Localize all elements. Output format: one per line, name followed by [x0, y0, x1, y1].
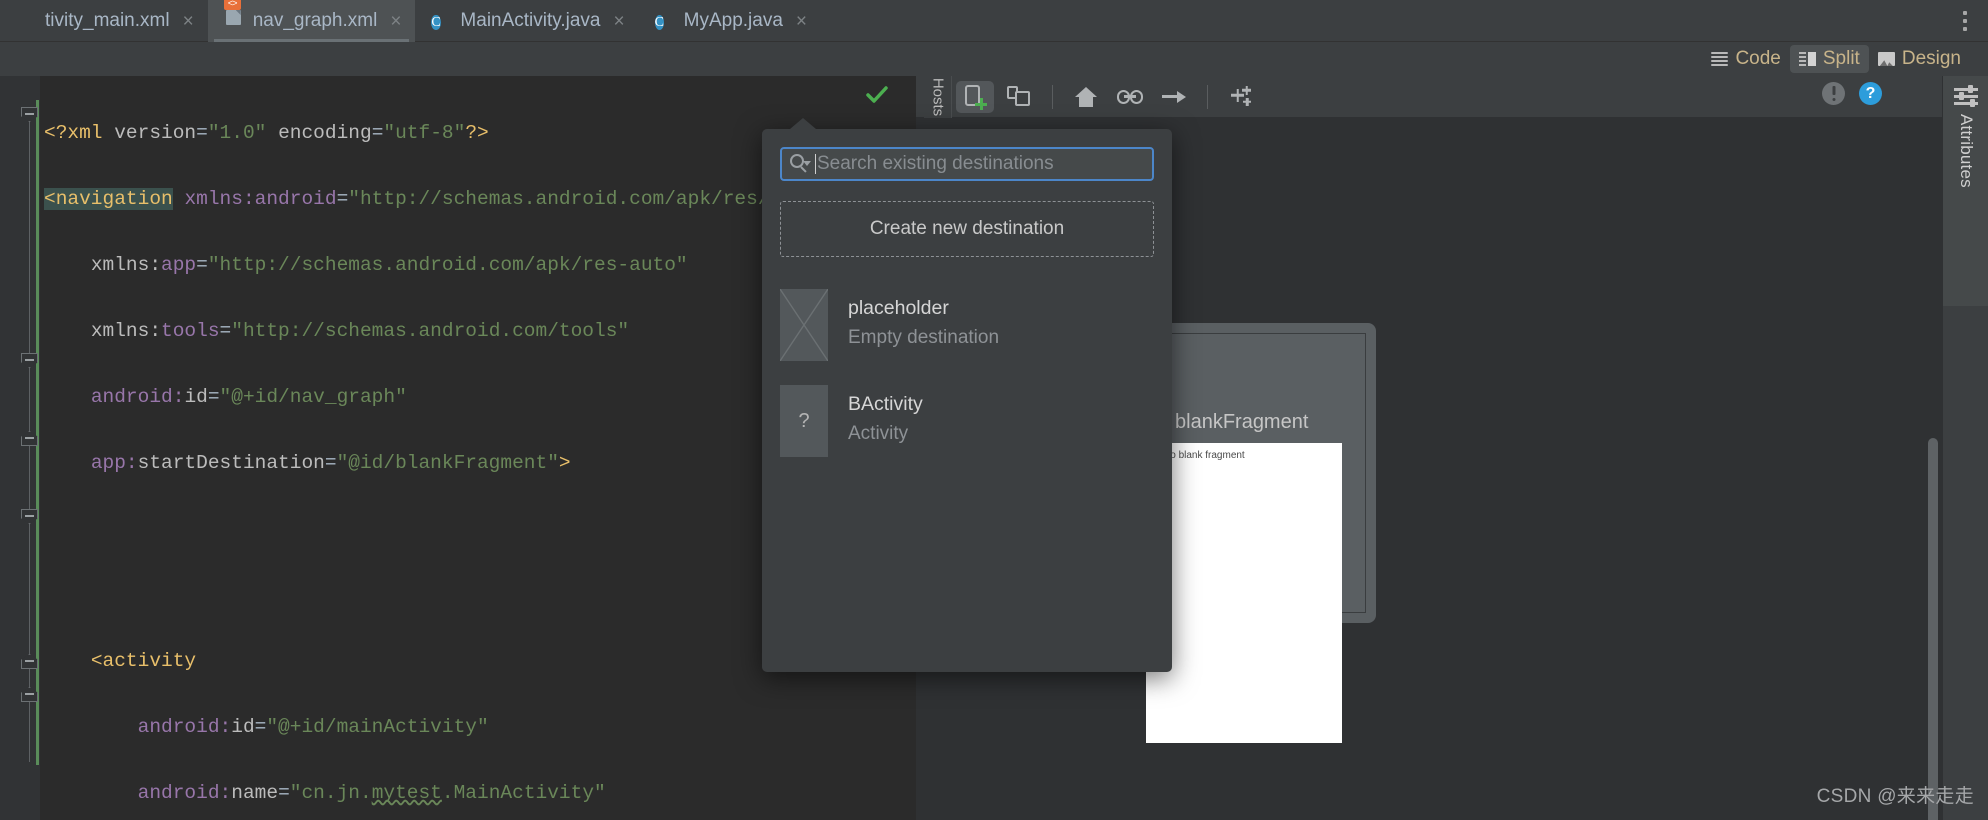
arrow-icon: [1162, 90, 1186, 104]
create-new-destination-button[interactable]: Create new destination: [780, 201, 1154, 257]
close-icon[interactable]: ×: [796, 12, 807, 31]
sliders-icon: [1954, 85, 1978, 107]
design-toolbar: Hosts ?: [916, 75, 1942, 118]
tab-activity-main-xml[interactable]: tivity_main.xml ×: [0, 0, 208, 42]
view-mode-split-label: Split: [1822, 48, 1860, 69]
split-view-icon: [1798, 52, 1816, 66]
link-icon: [1117, 89, 1143, 104]
xml-resource-icon: [16, 10, 36, 32]
java-class-icon: C: [431, 15, 441, 30]
view-mode-design-label: Design: [1901, 48, 1961, 69]
code-line: android:name="cn.jn.mytest.MainActivity": [137, 782, 606, 804]
list-item-subtitle: Activity: [848, 423, 909, 444]
android-studio-window: tivity_main.xml × <> nav_graph.xml × C M…: [0, 0, 1988, 820]
close-icon[interactable]: ×: [614, 12, 625, 31]
add-action-button[interactable]: [1155, 81, 1193, 113]
close-icon[interactable]: ×: [390, 12, 401, 31]
code-view-icon: [1711, 52, 1729, 66]
close-icon[interactable]: ×: [183, 12, 194, 31]
hosts-tab-label: Hosts: [929, 77, 946, 116]
create-new-destination-label: Create new destination: [869, 218, 1065, 239]
destination-label: blankFragment: [1175, 411, 1309, 433]
fold-toggle-activity-open[interactable]: [21, 353, 38, 368]
attributes-tool-rail: Attributes: [1942, 76, 1988, 820]
java-class-icon: C: [654, 15, 664, 30]
view-mode-split[interactable]: Split: [1789, 45, 1869, 73]
destination-blankFragment[interactable]: blankFragment Hello blank fragment: [1146, 411, 1406, 743]
list-item-bactivity[interactable]: ? BActivity Activity: [780, 373, 1154, 469]
nested-graph-icon: [1007, 86, 1031, 107]
new-destination-button[interactable]: [956, 80, 994, 113]
search-destinations-field[interactable]: Search existing destinations: [780, 147, 1154, 181]
list-item-title: BActivity: [848, 393, 923, 415]
inspection-ok-icon[interactable]: [864, 82, 890, 108]
design-view-icon: [1877, 52, 1895, 66]
issues-icon[interactable]: [1822, 82, 1845, 105]
code-line: android:id="@+id/mainActivity": [137, 716, 489, 738]
attributes-tab-label: Attributes: [1957, 114, 1976, 188]
tab-label: tivity_main.xml: [45, 10, 170, 31]
search-icon: [790, 154, 811, 174]
list-item-placeholder[interactable]: placeholder Empty destination: [780, 277, 1154, 373]
empty-crossbox-icon: [780, 289, 828, 361]
destinations-popup[interactable]: Search existing destinations Create new …: [762, 118, 1172, 672]
hosts-tab[interactable]: Hosts: [924, 75, 952, 118]
list-item-meta: placeholder Empty destination: [848, 289, 999, 353]
tab-nav-graph-xml[interactable]: <> nav_graph.xml ×: [207, 0, 416, 42]
destination-preview[interactable]: Hello blank fragment: [1146, 443, 1342, 743]
auto-arrange-button[interactable]: [1222, 81, 1260, 113]
destination-label-row: blankFragment: [1146, 411, 1406, 434]
popup-caret: [790, 118, 816, 129]
code-folding-column: [18, 76, 40, 820]
existing-destinations-list: placeholder Empty destination ? BActivit…: [780, 277, 1154, 469]
fold-toggle-fragment-open[interactable]: [21, 509, 38, 524]
view-mode-code[interactable]: Code: [1702, 45, 1789, 73]
editor-tab-bar: tivity_main.xml × <> nav_graph.xml × C M…: [0, 0, 1988, 42]
list-item-subtitle: Empty destination: [848, 327, 1000, 348]
new-nested-graph-button[interactable]: [1000, 81, 1038, 113]
fold-toggle-navigation-close[interactable]: [21, 687, 38, 702]
view-mode-bar: Code Split Design: [0, 42, 1988, 76]
toolbar-separator: [1052, 84, 1053, 109]
fold-toggle-activity-close[interactable]: [21, 431, 38, 446]
list-item-meta: BActivity Activity: [848, 385, 923, 449]
tab-label: MainActivity.java: [460, 10, 601, 31]
unknown-question-icon: ?: [780, 385, 828, 457]
tab-mainactivity-java[interactable]: C MainActivity.java ×: [415, 0, 638, 42]
help-icon[interactable]: ?: [1859, 82, 1882, 105]
more-options-icon[interactable]: [1950, 0, 1980, 42]
canvas-vertical-scrollbar[interactable]: [1928, 438, 1938, 820]
new-destination-icon: [964, 84, 987, 110]
design-status-icons: ?: [1822, 82, 1882, 105]
search-placeholder: Search existing destinations: [817, 153, 1054, 174]
attributes-tab[interactable]: Attributes: [1943, 76, 1988, 306]
fold-toggle-fragment-close[interactable]: [21, 654, 38, 669]
view-mode-code-label: Code: [1735, 48, 1781, 69]
sparkle-icon: [1229, 86, 1253, 108]
text-caret: [815, 154, 816, 174]
tab-myapp-java[interactable]: C MyApp.java ×: [639, 0, 821, 42]
home-icon: [1075, 86, 1097, 107]
navigation-xml-icon: <>: [223, 0, 244, 32]
tab-label: nav_graph.xml: [252, 10, 378, 31]
set-start-destination-button[interactable]: [1067, 81, 1105, 113]
view-mode-design[interactable]: Design: [1869, 45, 1970, 73]
add-deep-link-button[interactable]: [1111, 81, 1149, 113]
fold-toggle-navigation[interactable]: [21, 107, 38, 122]
list-item-title: placeholder: [848, 297, 949, 319]
toolbar-separator: [1207, 84, 1208, 109]
tab-label: MyApp.java: [683, 10, 783, 31]
